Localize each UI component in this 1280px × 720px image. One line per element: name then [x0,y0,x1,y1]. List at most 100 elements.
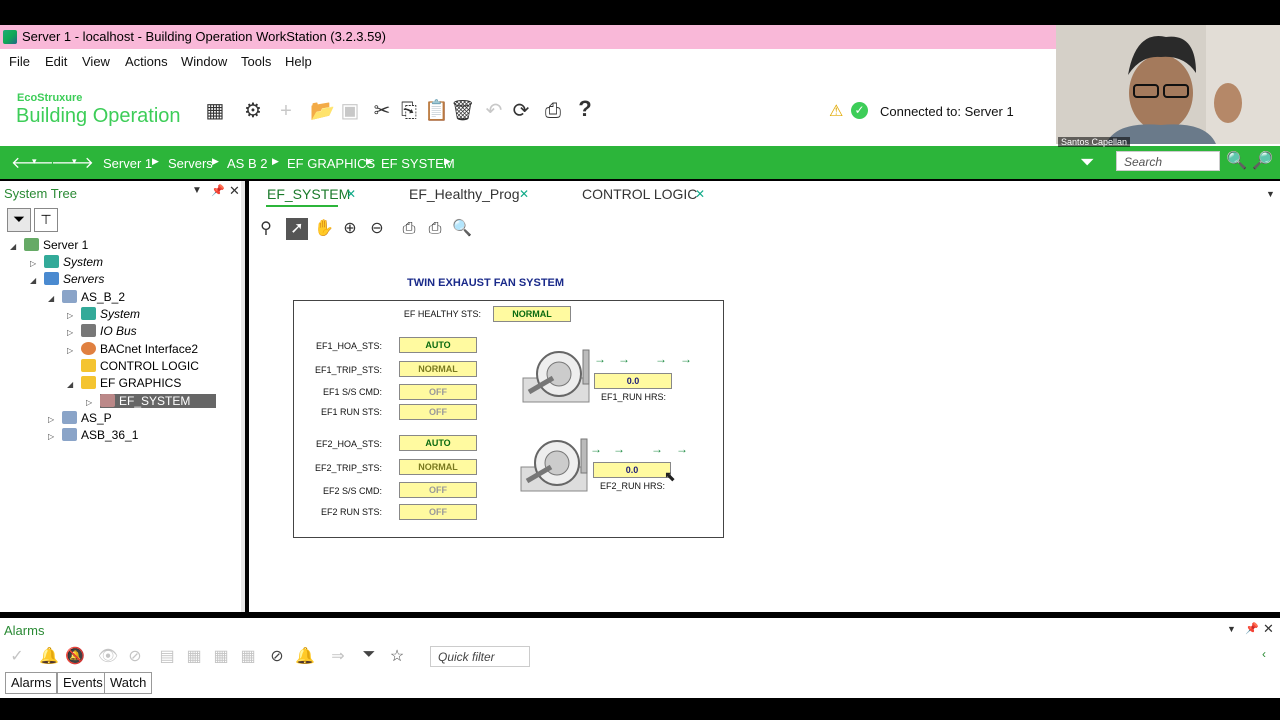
panel-menu-icon[interactable]: ▼ [1227,624,1236,634]
cut-icon[interactable]: ✂ [370,100,394,122]
tabs-dropdown-icon[interactable]: ▼ [1266,189,1275,199]
collapsed-icon[interactable]: ▷ [67,324,77,341]
breadcrumb-separator-icon[interactable]: ▶ [272,156,279,167]
binoculars-icon[interactable]: ⚲ [255,218,277,240]
tree-item-as-p[interactable]: ▷ AS_P [48,410,112,427]
breadcrumb-item[interactable]: EF GRAPHICS [287,156,375,171]
close-icon[interactable]: ✕ [1263,621,1274,637]
comment-icon[interactable]: ▤ [156,646,178,666]
advanced-search-icon[interactable]: 🔎 [1252,151,1273,171]
expanded-icon[interactable]: ◢ [48,290,58,307]
forward-arrow-icon[interactable]: ⇒ [327,646,349,666]
tree-item-asb-36-1[interactable]: ▷ ASB_36_1 [48,427,138,444]
close-icon[interactable]: ✕ [229,183,240,199]
tree-item-bacnet[interactable]: ▷ BACnet Interface2 [67,341,198,358]
tree-filter-icon[interactable]: ⏷ [7,208,31,232]
zoom-in-icon[interactable]: ⊕ [339,218,361,240]
ef1-hoa-value[interactable]: AUTO [399,337,477,353]
tree-item-servers[interactable]: ◢ Servers [30,271,104,288]
tab-alarms[interactable]: Alarms [5,672,58,694]
favorite-filter-icon[interactable]: ☆ [386,646,408,666]
menu-view[interactable]: View [82,54,110,69]
tree-item-as-b-2[interactable]: ◢ AS_B_2 [48,289,125,306]
ef1-run-hrs-value[interactable]: 0.0 [594,373,672,389]
alarm-bell-icon[interactable]: 🔔 [38,646,60,666]
tab-ef-healthy-prog[interactable]: EF_Healthy_Prog [409,186,520,202]
breadcrumb-separator-icon[interactable]: ▶ [444,156,451,167]
breadcrumb-separator-icon[interactable]: ▶ [366,156,373,167]
copy-icon[interactable]: ⎘ [397,100,421,122]
close-tab-icon[interactable]: ✕ [346,187,356,201]
expanded-icon[interactable]: ◢ [67,376,77,393]
collapsed-icon[interactable]: ▷ [48,428,58,445]
layout-icon[interactable]: ▦ [203,100,227,122]
close-tab-icon[interactable]: ✕ [695,187,705,201]
ef2-hoa-value[interactable]: AUTO [399,435,477,451]
tree-item-control-logic[interactable]: CONTROL LOGIC [67,358,199,375]
ef1-cmd-value[interactable]: OFF [399,384,477,400]
zoom-out-icon[interactable]: ⊖ [366,218,388,240]
collapsed-icon[interactable]: ▷ [86,394,96,411]
save-icon[interactable]: ▣ [338,100,362,122]
forward-dropdown-icon[interactable]: ▾ [72,156,77,167]
assign-icon[interactable]: ▦ [183,646,205,666]
breadcrumb-item[interactable]: AS B 2 [227,156,267,171]
refresh-icon[interactable]: ⟳ [509,100,533,122]
print-setup-icon[interactable]: ⎙ [424,218,446,240]
ef1-run-value[interactable]: OFF [399,404,477,420]
quick-filter-input[interactable]: Quick filter [430,646,530,667]
ef2-cmd-value[interactable]: OFF [399,482,477,498]
menu-tools[interactable]: Tools [241,54,271,69]
collapsed-icon[interactable]: ▷ [67,307,77,324]
search-icon[interactable]: 🔍 [1226,151,1247,171]
print-icon[interactable]: ⎙ [541,100,565,122]
collapsed-icon[interactable]: ▷ [30,255,40,272]
expanded-icon[interactable]: ◢ [30,272,40,289]
open-folder-icon[interactable]: 📂 [310,100,335,122]
filter-icon[interactable]: ⏷ [1080,152,1094,173]
hide-icon[interactable]: ⊘ [124,646,146,666]
print-icon[interactable]: ⎙ [398,218,420,240]
tab-control-logic[interactable]: CONTROL LOGIC [582,186,697,202]
tree-item-system[interactable]: ▷ System [30,254,103,271]
breadcrumb-item[interactable]: Server 1 [103,156,152,171]
ef2-trip-value[interactable]: NORMAL [399,459,477,475]
collapse-arrow-icon[interactable]: ‹ [1262,647,1266,661]
collapse-tree-icon[interactable]: ⊤ [34,208,58,232]
pin-icon[interactable]: 📌 [211,184,225,197]
tree-item-as-system[interactable]: ▷ System [67,306,140,323]
show-icon[interactable]: 👁 [97,646,119,666]
back-dropdown-icon[interactable]: ▾ [32,156,37,167]
menu-help[interactable]: Help [285,54,312,69]
close-tab-icon[interactable]: ✕ [519,187,529,201]
panel-menu-icon[interactable]: ▼ [192,185,202,196]
edit-list-icon[interactable]: ▦ [237,646,259,666]
checklist-icon[interactable]: ▦ [210,646,232,666]
collapsed-icon[interactable]: ▷ [48,411,58,428]
ef1-trip-value[interactable]: NORMAL [399,361,477,377]
settings-sliders-icon[interactable]: ⚙ [241,100,265,122]
select-pointer-icon[interactable]: ➚ [286,218,308,240]
disable-alarm-icon[interactable]: ⊘ [266,646,288,666]
add-icon[interactable]: + [274,100,298,122]
acknowledge-icon[interactable]: ✓ [6,646,28,666]
help-icon[interactable]: ? [573,98,597,120]
tab-watch[interactable]: Watch [104,672,153,694]
breadcrumb-item[interactable]: Servers [168,156,213,171]
filter-icon[interactable]: ⏷ [358,646,380,664]
breadcrumb-separator-icon[interactable]: ▶ [212,156,219,167]
print-preview-icon[interactable]: 🔍 [451,218,473,240]
tree-item-ef-graphics[interactable]: ◢ EF GRAPHICS [67,375,181,392]
breadcrumb-separator-icon[interactable]: ▶ [152,156,159,167]
collapsed-icon[interactable]: ▷ [67,342,77,359]
tab-ef-system[interactable]: EF_SYSTEM [267,186,350,202]
tree-item-ef-system[interactable]: ▷ EF_SYSTEM [86,393,217,411]
ef2-run-hrs-value[interactable]: 0.0 [593,462,671,478]
alarm-settings-icon[interactable]: 🔔 [294,646,316,666]
undo-icon[interactable]: ↶ [482,100,506,122]
menu-window[interactable]: Window [181,54,227,69]
pan-hand-icon[interactable]: ✋ [313,218,335,240]
menu-file[interactable]: File [9,54,30,69]
expanded-icon[interactable]: ◢ [10,238,20,255]
tab-events[interactable]: Events [57,672,109,694]
